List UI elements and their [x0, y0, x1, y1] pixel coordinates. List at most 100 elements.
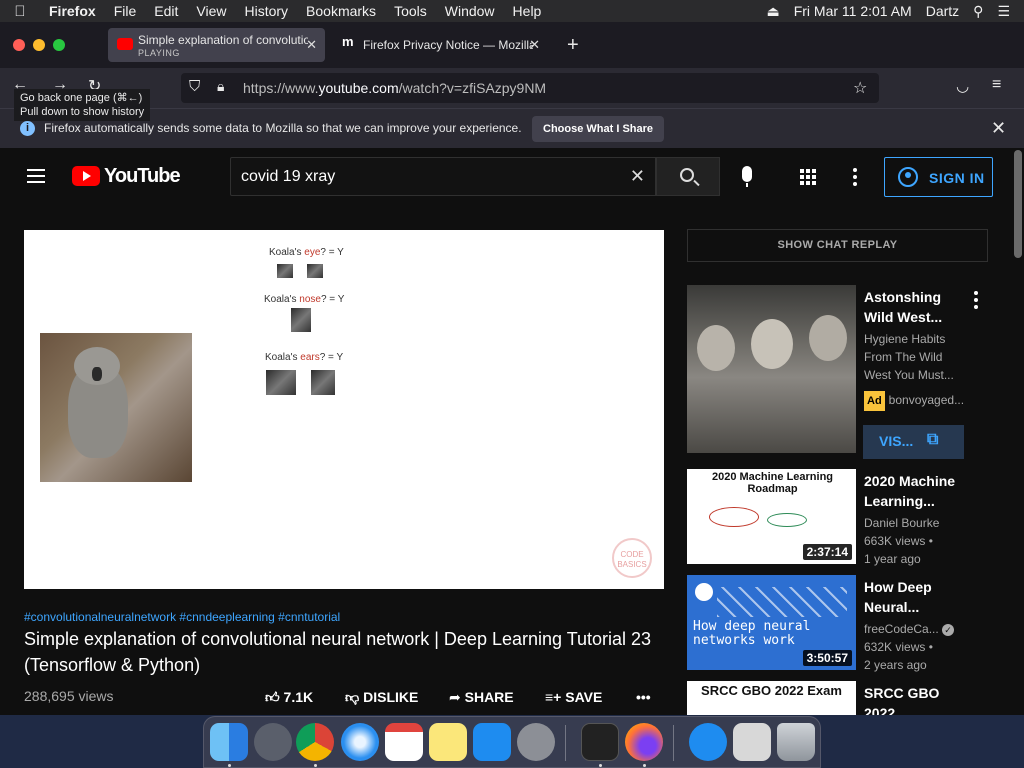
- channel-name[interactable]: freeCodeCa... ✓: [864, 620, 955, 638]
- new-tab-plus-icon[interactable]: +: [567, 34, 579, 57]
- finder-icon[interactable]: [210, 723, 248, 761]
- documents-stack-icon[interactable]: [733, 723, 771, 761]
- video-views: 632K views •: [864, 640, 933, 654]
- close-window-button[interactable]: [13, 39, 25, 51]
- eject-icon[interactable]: ⏏: [766, 3, 779, 20]
- menu-edit[interactable]: Edit: [145, 3, 187, 19]
- ad-description: Hygiene Habits From The Wild West You Mu…: [864, 332, 954, 382]
- ear-crop-image: [266, 370, 296, 395]
- url-text[interactable]: https://www.youtube.com/watch?v=zfiSAzpy…: [243, 80, 546, 96]
- url-bar[interactable]: ⛉ 🔒︎ https://www.youtube.com/watch?v=zfi…: [181, 73, 879, 103]
- video-hashtags[interactable]: #convolutionalneuralnetwork #cnndeeplear…: [24, 610, 340, 624]
- sign-in-button[interactable]: SIGN IN: [884, 157, 993, 197]
- video-player[interactable]: Koala's eye? = Y Koala's nose? = Y Koala…: [24, 230, 664, 589]
- close-notification-icon[interactable]: ✕: [991, 118, 1006, 139]
- lock-icon[interactable]: 🔒︎: [217, 78, 224, 95]
- ad-item[interactable]: Astonshing Wild West... Hygiene Habits F…: [687, 285, 1007, 459]
- apple-menu-icon[interactable]: : [0, 3, 40, 20]
- youtube-favicon-icon: [117, 38, 133, 50]
- firefox-icon[interactable]: [625, 723, 663, 761]
- share-button[interactable]: ➦ SHARE: [449, 689, 514, 706]
- terminal-icon[interactable]: [581, 723, 619, 761]
- clear-search-icon[interactable]: ✕: [630, 166, 645, 187]
- show-chat-replay-button[interactable]: SHOW CHAT REPLAY: [687, 229, 988, 262]
- close-tab-icon[interactable]: ✕: [529, 37, 540, 53]
- menubar-clock[interactable]: Fri Mar 11 2:01 AM: [794, 3, 912, 19]
- more-options-icon[interactable]: [974, 291, 978, 312]
- microphone-icon[interactable]: [742, 166, 752, 187]
- tab-privacy-notice[interactable]: m Firefox Privacy Notice — Mozilla ✕: [333, 28, 548, 62]
- like-button[interactable]: 👍︎ 7.1K: [265, 689, 313, 706]
- search-input[interactable]: [241, 166, 611, 188]
- tab-youtube[interactable]: Simple explanation of convolutio PLAYING…: [108, 28, 325, 62]
- more-actions-icon[interactable]: •••: [636, 689, 651, 705]
- menu-tools[interactable]: Tools: [385, 3, 436, 19]
- close-tab-icon[interactable]: ✕: [306, 37, 317, 53]
- video-title[interactable]: SRCC GBO 2022 Respons...: [864, 683, 964, 715]
- youtube-logo-text[interactable]: YouTube: [104, 165, 181, 188]
- save-button[interactable]: ≡+ SAVE: [545, 689, 602, 705]
- safari-icon[interactable]: [341, 723, 379, 761]
- tab-playing-status: PLAYING: [138, 48, 180, 58]
- youtube-logo-icon[interactable]: [72, 166, 100, 186]
- menu-help[interactable]: Help: [504, 3, 551, 19]
- search-icon: [680, 168, 694, 182]
- calendar-icon[interactable]: [385, 723, 423, 761]
- system-preferences-icon[interactable]: [517, 723, 555, 761]
- video-title[interactable]: How Deep Neural...: [864, 577, 964, 617]
- back-button-tooltip: Go back one page (⌘←) Pull down to show …: [14, 89, 151, 121]
- video-age: 2 years ago: [864, 658, 927, 672]
- launchpad-icon[interactable]: [254, 723, 292, 761]
- eye-crop-image: [277, 264, 293, 278]
- trash-icon[interactable]: [777, 723, 815, 761]
- info-icon: i: [20, 121, 35, 136]
- video-thumbnail[interactable]: 2020 Machine Learning Roadmap 2:37:14: [687, 469, 856, 564]
- app-menu-icon[interactable]: ≡: [992, 76, 1001, 94]
- ad-title[interactable]: Astonshing Wild West...: [864, 287, 964, 327]
- choose-what-i-share-button[interactable]: Choose What I Share: [532, 116, 665, 142]
- pocket-icon[interactable]: ◡: [956, 77, 969, 95]
- settings-more-icon[interactable]: [853, 168, 857, 189]
- video-thumbnail[interactable]: SRCC GBO 2022 Exam: [687, 681, 856, 715]
- downloads-folder-icon[interactable]: [689, 723, 727, 761]
- macos-dock: [203, 716, 821, 768]
- dock-separator: [565, 725, 566, 761]
- minimize-window-button[interactable]: [33, 39, 45, 51]
- tab-title: Firefox Privacy Notice — Mozilla: [363, 38, 533, 52]
- zoom-window-button[interactable]: [53, 39, 65, 51]
- app-store-icon[interactable]: [473, 723, 511, 761]
- search-box[interactable]: ✕: [230, 157, 656, 196]
- page-scrollbar[interactable]: [1014, 150, 1022, 258]
- menu-file[interactable]: File: [105, 3, 146, 19]
- menu-app-name[interactable]: Firefox: [40, 3, 105, 19]
- hamburger-menu-icon[interactable]: [27, 169, 45, 183]
- ad-thumbnail[interactable]: [687, 285, 856, 453]
- dislike-button[interactable]: 👎︎ DISLIKE: [345, 689, 418, 706]
- recommended-video[interactable]: How deep neural networks work 3:50:57 Ho…: [687, 575, 1007, 672]
- control-center-icon[interactable]: ☰: [997, 3, 1010, 20]
- notes-icon[interactable]: [429, 723, 467, 761]
- apps-grid-icon[interactable]: [800, 169, 816, 185]
- menu-bookmarks[interactable]: Bookmarks: [297, 3, 385, 19]
- channel-name[interactable]: Daniel Bourke: [864, 514, 939, 532]
- running-indicator: [314, 764, 317, 767]
- nose-crop-image: [291, 308, 311, 332]
- firefox-tab-strip: Simple explanation of convolutio PLAYING…: [0, 22, 1024, 68]
- menubar-user[interactable]: Dartz: [926, 3, 959, 19]
- search-button[interactable]: [656, 157, 720, 196]
- spotlight-search-icon[interactable]: ⚲: [973, 3, 983, 20]
- recommended-video[interactable]: SRCC GBO 2022 Exam SRCC GBO 2022 Respons…: [687, 681, 1007, 715]
- bookmark-star-icon[interactable]: ☆: [853, 78, 867, 98]
- shield-tracking-icon[interactable]: ⛉: [189, 78, 200, 95]
- add-playlist-icon: ≡+: [545, 689, 562, 705]
- video-thumbnail[interactable]: How deep neural networks work 3:50:57: [687, 575, 856, 670]
- freecodecamp-logo-icon: [695, 583, 713, 601]
- visit-advertiser-button[interactable]: VIS... ⧉: [863, 425, 964, 459]
- video-views: 663K views •: [864, 534, 933, 548]
- video-title[interactable]: 2020 Machine Learning...: [864, 471, 964, 511]
- menu-view[interactable]: View: [187, 3, 235, 19]
- menu-history[interactable]: History: [235, 3, 297, 19]
- menu-window[interactable]: Window: [436, 3, 504, 19]
- recommended-video[interactable]: 2020 Machine Learning Roadmap 2:37:14 20…: [687, 469, 1007, 566]
- chrome-icon[interactable]: [296, 723, 334, 761]
